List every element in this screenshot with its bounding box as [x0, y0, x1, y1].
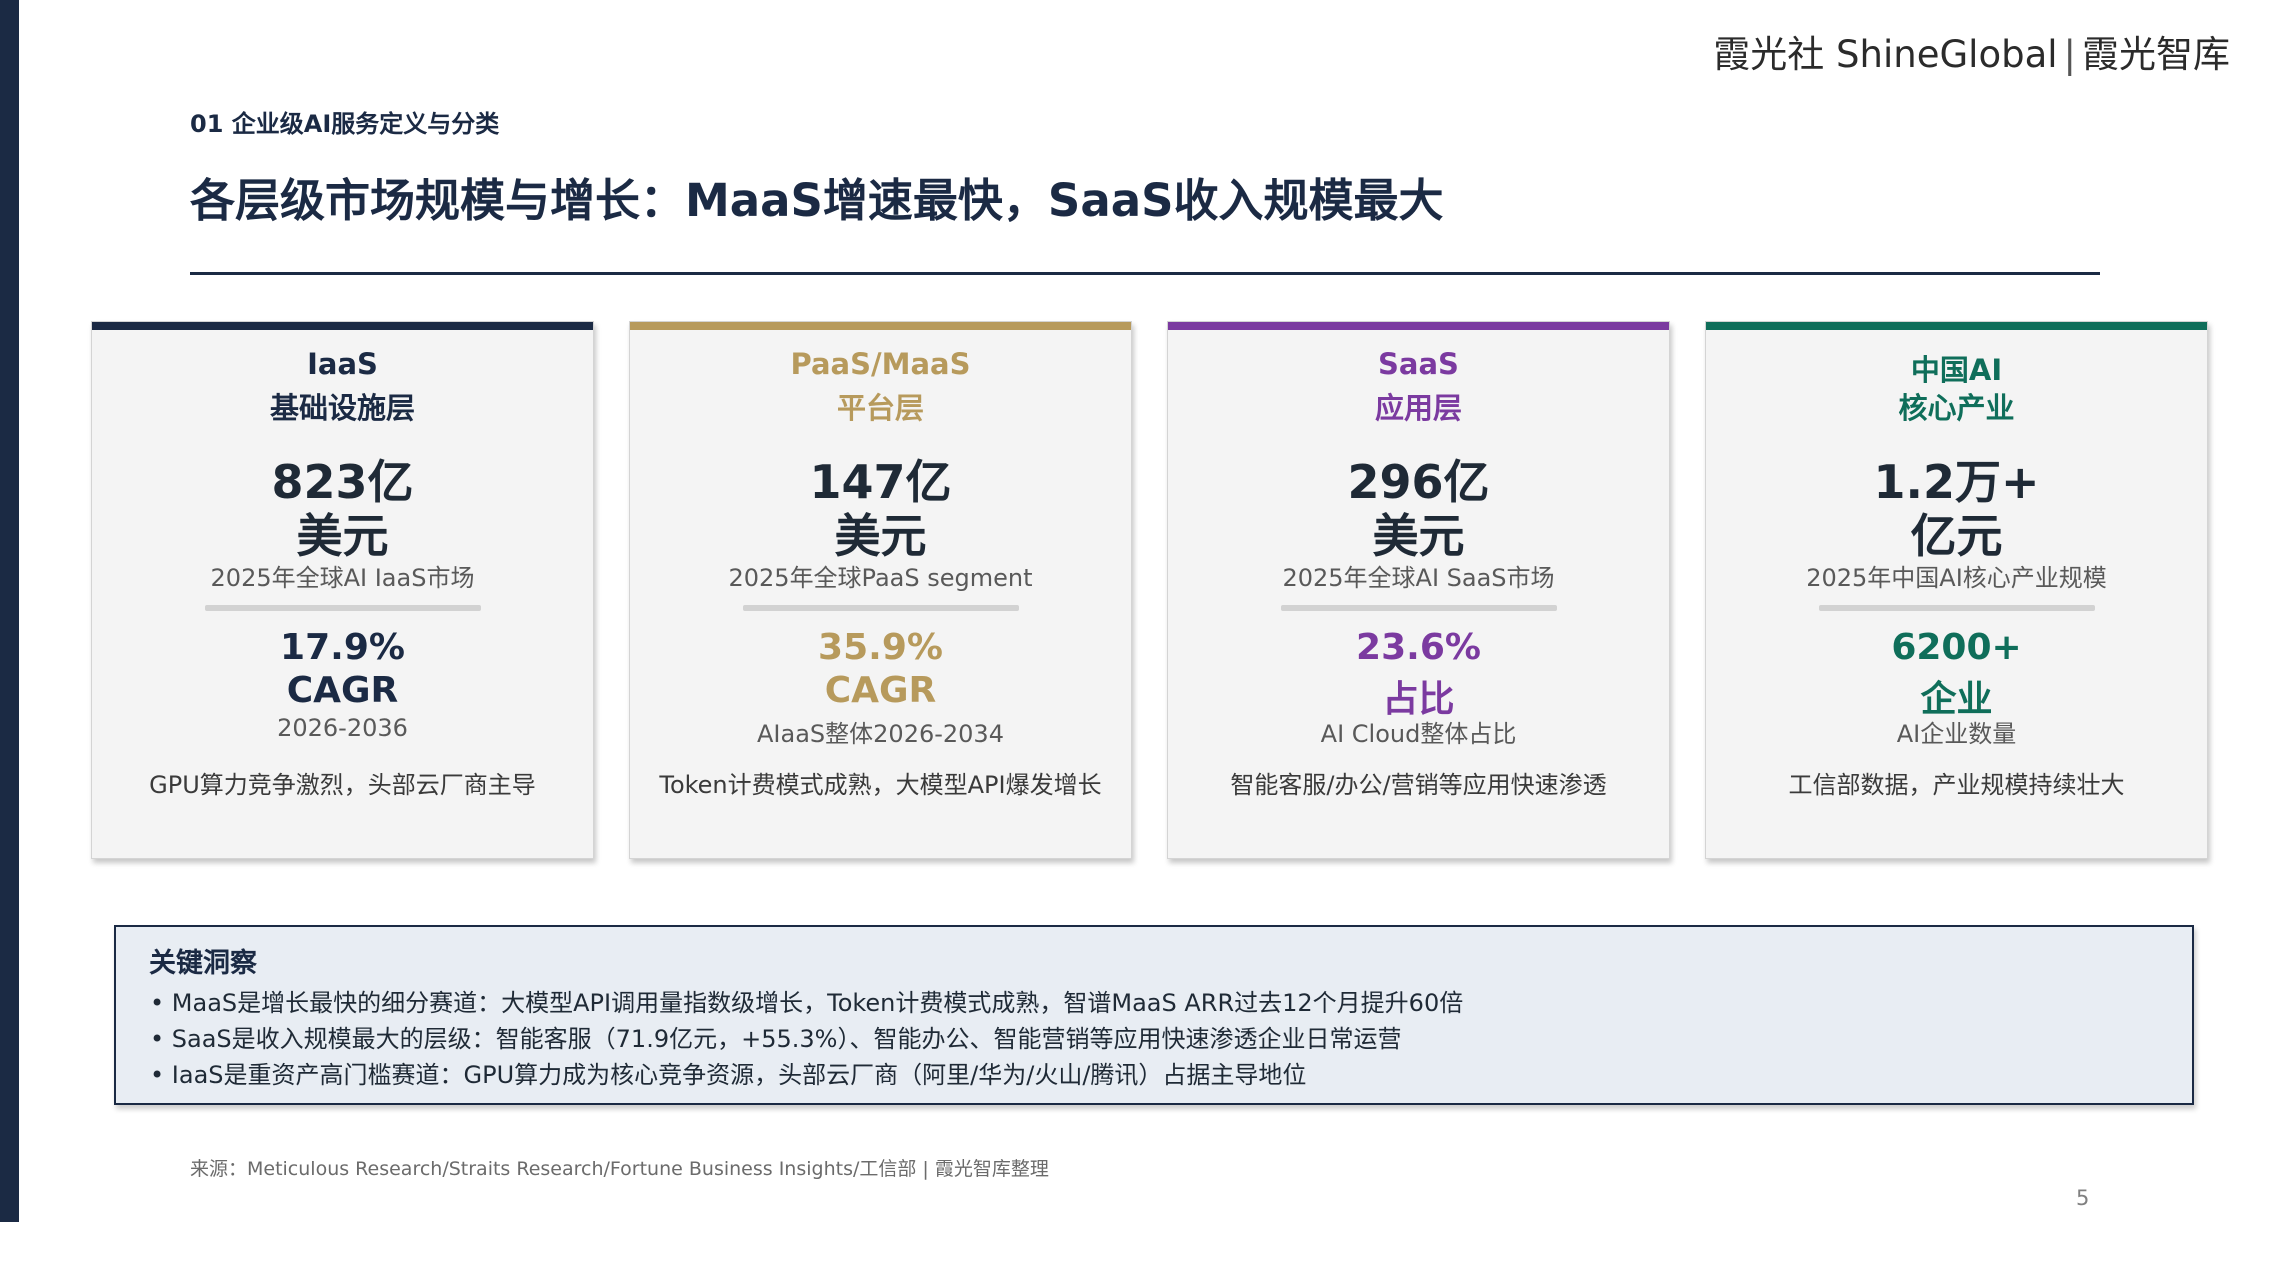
card-value-unit: 美元	[1372, 509, 1465, 563]
card-subtitle: 平台层	[836, 391, 924, 425]
card-paas-maas: PaaS/MaaS 平台层 147亿 美元 2025年全球PaaS segmen…	[629, 321, 1132, 859]
card-value-desc: 2025年中国AI核心产业规模	[1806, 564, 2107, 592]
card-stat: 6200+	[1891, 627, 2022, 668]
card-china-ai: 中国AI 核心产业 1.2万+ 亿元 2025年中国AI核心产业规模 6200+…	[1705, 321, 2208, 859]
card-title: SaaS	[1378, 347, 1459, 381]
card-iaas: IaaS 基础设施层 823亿 美元 2025年全球AI IaaS市场 17.9…	[91, 321, 594, 859]
card-stat-desc: AI企业数量	[1896, 720, 2017, 748]
card-value-desc: 2025年全球AI SaaS市场	[1282, 564, 1555, 592]
card-stat-label: CAGR	[824, 670, 937, 711]
card-divider	[1819, 605, 2095, 611]
card-accent-bar	[1168, 322, 1669, 330]
card-stat: 17.9%	[280, 627, 405, 668]
brand-name-right: 霞光智库	[2082, 33, 2230, 76]
card-title: IaaS	[307, 347, 378, 381]
card-title: 中国AI	[1910, 353, 2003, 387]
card-stat: 23.6%	[1356, 627, 1481, 668]
insights-heading: 关键洞察	[149, 948, 257, 979]
card-subtitle: 核心产业	[1898, 391, 2015, 425]
section-label: 01 企业级AI服务定义与分类	[190, 110, 500, 138]
card-note: Token计费模式成熟，大模型API爆发增长	[659, 771, 1102, 799]
card-note: GPU算力竞争激烈，头部云厂商主导	[149, 771, 536, 799]
brand-logo: 霞光社 ShineGlobal | 霞光智库	[1713, 24, 2230, 78]
card-stat-label: CAGR	[286, 670, 399, 711]
card-subtitle: 基础设施层	[269, 391, 415, 425]
insights-list: • MaaS是增长最快的细分赛道：大模型API调用量指数级增长，Token计费模…	[150, 985, 1463, 1093]
title-divider	[190, 272, 2100, 275]
key-insights-box: 关键洞察 • MaaS是增长最快的细分赛道：大模型API调用量指数级增长，Tok…	[114, 925, 2194, 1105]
card-divider	[743, 605, 1019, 611]
card-accent-bar	[1706, 322, 2207, 330]
card-value-desc: 2025年全球PaaS segment	[728, 564, 1033, 592]
brand-separator: |	[2063, 33, 2076, 76]
card-saas: SaaS 应用层 296亿 美元 2025年全球AI SaaS市场 23.6% …	[1167, 321, 1670, 859]
card-value-unit: 美元	[834, 509, 927, 563]
source-note: 来源：Meticulous Research/Straits Research/…	[190, 1158, 1049, 1180]
card-stat-desc: 2026-2036	[277, 714, 408, 742]
list-item: • SaaS是收入规模最大的层级：智能客服（71.9亿元，+55.3%）、智能办…	[150, 1025, 1402, 1053]
card-divider	[1281, 605, 1557, 611]
card-accent-bar	[630, 322, 1131, 330]
list-item: • MaaS是增长最快的细分赛道：大模型API调用量指数级增长，Token计费模…	[150, 989, 1464, 1017]
card-subtitle: 应用层	[1374, 391, 1462, 425]
card-divider	[205, 605, 481, 611]
page-number: 5	[2076, 1186, 2090, 1210]
page-title: 各层级市场规模与增长：MaaS增速最快，SaaS收入规模最大	[190, 174, 1444, 227]
card-value-unit: 美元	[296, 509, 389, 563]
card-stat: 35.9%	[818, 627, 943, 668]
card-accent-bar	[92, 322, 593, 330]
card-title: PaaS/MaaS	[790, 347, 971, 381]
left-accent-bar	[0, 0, 19, 1222]
card-value-unit: 亿元	[1910, 509, 2003, 563]
card-note: 工信部数据，产业规模持续壮大	[1788, 771, 2125, 799]
list-item: • IaaS是重资产高门槛赛道：GPU算力成为核心竞争资源，头部云厂商（阿里/华…	[150, 1061, 1307, 1089]
card-note: 智能客服/办公/营销等应用快速渗透	[1230, 771, 1607, 799]
brand-name-left: 霞光社 ShineGlobal	[1713, 33, 2058, 76]
card-stat-desc: AI Cloud整体占比	[1320, 720, 1517, 748]
card-stat-desc: AIaaS整体2026-2034	[757, 720, 1004, 748]
card-value-desc: 2025年全球AI IaaS市场	[210, 564, 475, 592]
